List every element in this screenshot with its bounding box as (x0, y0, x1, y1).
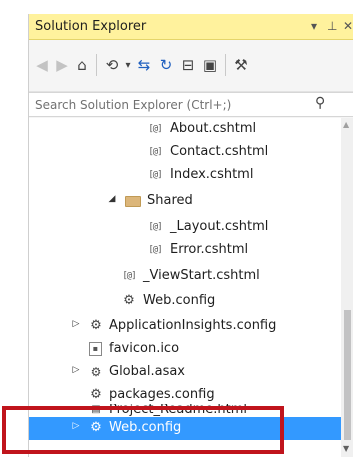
scroll-up-icon[interactable]: ▲ (343, 120, 349, 129)
tree-item-label: _ViewStart.cshtml (143, 268, 260, 283)
pane-title: Solution Explorer (35, 19, 147, 34)
solution-explorer-pane: Solution Explorer ▾ ⊥ ✕ ◀ ▶ ⌂ ⟲ ▾ ⇆ ↻ ⊟ … (28, 14, 353, 457)
tree-item-label: ApplicationInsights.config (109, 318, 277, 333)
scrollbar-thumb[interactable] (344, 310, 351, 440)
cshtml-icon: [@] (148, 124, 162, 134)
search-bar: ⚲ (29, 92, 353, 117)
window-position-dropdown-icon[interactable]: ▾ (311, 19, 317, 33)
tree-item-global-asax[interactable]: ▷ ⚙ Global.asax (29, 361, 341, 384)
tree-item-favicon-ico[interactable]: ▪ favicon.ico (29, 338, 341, 361)
tree-item-label: favicon.ico (109, 341, 180, 356)
tree-item-layout-cshtml[interactable]: [@] _Layout.cshtml (29, 216, 341, 239)
tree-item-views-web-config[interactable]: ⚙ Web.config (29, 290, 341, 313)
toolbar-separator (96, 54, 97, 76)
refresh-icon[interactable]: ↻ (157, 54, 175, 76)
tree-item-label: Web.config (143, 293, 216, 308)
search-icon[interactable]: ⚲ (315, 95, 325, 111)
toolbar: ◀ ▶ ⌂ ⟲ ▾ ⇆ ↻ ⊟ ▣ ⚒ (29, 40, 353, 92)
close-icon[interactable]: ✕ (343, 19, 353, 33)
asax-icon: ⚙ (90, 365, 102, 379)
folder-icon (125, 196, 141, 207)
properties-wrench-icon[interactable]: ⚒ (232, 54, 250, 76)
cshtml-icon: [@] (148, 170, 162, 180)
cshtml-icon: [@] (148, 147, 162, 157)
title-bar[interactable]: Solution Explorer ▾ ⊥ ✕ (29, 14, 353, 40)
cshtml-icon: [@] (122, 271, 136, 281)
scroll-down-icon[interactable]: ▼ (343, 444, 349, 453)
expanded-arrow-icon[interactable]: ◢ (107, 194, 117, 204)
tree-item-label: Error.cshtml (170, 242, 249, 257)
collapsed-arrow-icon[interactable]: ▷ (71, 365, 81, 375)
config-icon: ⚙ (90, 318, 102, 333)
tree-item-label: _Layout.cshtml (170, 219, 269, 234)
tree-item-index-cshtml[interactable]: [@] Index.cshtml (29, 164, 341, 187)
tree-item-contact-cshtml[interactable]: [@] Contact.cshtml (29, 141, 341, 164)
tree-item-label: Index.cshtml (170, 167, 254, 182)
toolbar-separator (225, 54, 226, 76)
tree-item-label: packages.config (109, 387, 215, 402)
tree-item-label: Global.asax (109, 364, 186, 379)
favicon-icon: ▪ (89, 342, 102, 356)
tree-item-shared-folder[interactable]: ◢ Shared (29, 190, 341, 213)
tree-item-error-cshtml[interactable]: [@] Error.cshtml (29, 239, 341, 262)
sync-with-active-document-icon[interactable]: ⇆ (135, 54, 153, 76)
home-icon[interactable]: ⌂ (73, 54, 91, 76)
annotation-highlight-box (2, 406, 284, 454)
config-icon: ⚙ (90, 387, 102, 402)
tree-item-label: About.cshtml (170, 121, 257, 136)
cshtml-icon: [@] (148, 245, 162, 255)
collapsed-arrow-icon[interactable]: ▷ (71, 319, 81, 329)
back-icon[interactable]: ◀ (33, 54, 51, 76)
tree-item-applicationinsights-config[interactable]: ▷ ⚙ ApplicationInsights.config (29, 315, 341, 338)
tree-item-label: Contact.cshtml (170, 144, 269, 159)
config-icon: ⚙ (123, 293, 135, 308)
forward-icon[interactable]: ▶ (53, 54, 71, 76)
cshtml-icon: [@] (148, 222, 162, 232)
tree-item-label: Shared (147, 193, 193, 208)
pin-icon[interactable]: ⊥ (327, 19, 337, 33)
tree-item-about-cshtml[interactable]: [@] About.cshtml (29, 118, 341, 141)
tree-item-viewstart-cshtml[interactable]: [@] _ViewStart.cshtml (29, 265, 341, 288)
vertical-scrollbar[interactable]: ▲ ▼ (341, 118, 353, 457)
collapse-all-icon[interactable]: ⊟ (179, 54, 197, 76)
search-input[interactable] (35, 96, 305, 114)
show-all-files-icon[interactable]: ▣ (201, 54, 219, 76)
